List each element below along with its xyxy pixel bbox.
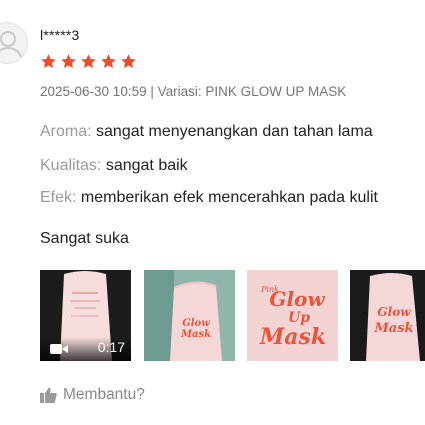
variation-value: PINK GLOW UP MASK [205, 84, 347, 99]
meta-separator: | [150, 84, 154, 99]
attribute-aroma: Aroma: sangat menyenangkan dan tahan lam… [40, 123, 373, 141]
print-line-mask: Mask [180, 329, 211, 340]
print-line-mask: Mask [259, 324, 326, 350]
video-camera-icon [50, 344, 68, 354]
attribute-value: sangat baik [105, 157, 188, 174]
attribute-value: sangat menyenangkan dan tahan lama [96, 123, 373, 140]
star-icon [101, 54, 116, 69]
media-thumbnail-image[interactable]: Pink Glow Up Mask [247, 270, 338, 361]
star-icon [41, 54, 56, 69]
attribute-key: Kualitas: [40, 157, 102, 174]
avatar[interactable] [0, 22, 28, 64]
media-thumbnail-image[interactable]: Glow Mask [350, 270, 425, 361]
print-line-glow: Glow [269, 287, 325, 311]
attribute-kualitas: Kualitas: sangat baik [40, 157, 188, 175]
product-closeup-image: Pink Glow Up Mask [247, 270, 338, 361]
print-line-mask: Mask [373, 321, 413, 336]
review-meta: 2025-06-30 10:59 | Variasi: PINK GLOW UP… [40, 84, 346, 99]
product-tube-image: Glow Mask [350, 270, 425, 361]
review-date: 2025-06-30 10:59 [40, 84, 147, 99]
star-icon [61, 54, 76, 69]
thumbs-up-icon [40, 387, 57, 403]
product-review: l*****3 2025-06-30 10:59 | Variasi: PINK… [0, 0, 425, 425]
attribute-key: Aroma: [40, 123, 92, 140]
product-tube-image: Glow Mask [144, 270, 235, 361]
media-thumbnail-video[interactable]: 0:17 [40, 270, 131, 361]
rating-stars [40, 53, 137, 70]
star-icon [121, 54, 136, 69]
print-line-glow: Glow [182, 318, 210, 329]
helpful-label: Membantu? [63, 386, 145, 403]
review-comment: Sangat suka [40, 230, 129, 247]
attribute-efek: Efek: memberikan efek mencerahkan pada k… [40, 189, 378, 207]
user-silhouette-icon [0, 31, 24, 62]
star-icon [81, 54, 96, 69]
attribute-key: Efek: [40, 189, 77, 206]
variation-label: Variasi: [157, 84, 202, 99]
print-line-glow: Glow [377, 305, 411, 319]
reviewer-username: l*****3 [40, 27, 80, 43]
attribute-value: memberikan efek mencerahkan pada kulit [80, 189, 378, 206]
video-duration: 0:17 [97, 339, 125, 355]
helpful-button[interactable]: Membantu? [40, 386, 145, 404]
media-thumbnail-image[interactable]: Glow Mask [144, 270, 235, 361]
